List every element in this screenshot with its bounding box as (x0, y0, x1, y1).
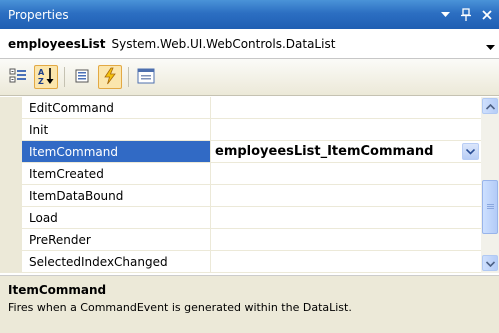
dropdown-arrow-icon[interactable] (439, 8, 451, 22)
object-name: employeesList (8, 36, 106, 51)
chevron-down-icon[interactable] (486, 40, 495, 50)
scroll-up-button[interactable] (482, 98, 498, 114)
property-row[interactable]: ItemCreated (0, 163, 481, 185)
property-row-selected[interactable]: ItemCommand employeesList_ItemCommand (0, 141, 481, 163)
property-pages-icon (137, 68, 155, 87)
properties-button[interactable] (70, 65, 94, 89)
window-controls (439, 8, 493, 22)
description-text: Fires when a CommandEvent is generated w… (8, 301, 352, 314)
property-pages-button[interactable] (134, 65, 158, 89)
property-name: PreRender (22, 229, 211, 251)
property-name: Init (22, 119, 211, 141)
description-pane: ItemCommand Fires when a CommandEvent is… (0, 276, 499, 333)
property-name: ItemCreated (22, 163, 211, 185)
property-value[interactable] (211, 251, 481, 273)
categorized-button[interactable] (6, 65, 30, 89)
value-dropdown-button[interactable] (462, 143, 479, 160)
property-value[interactable] (211, 229, 481, 251)
property-row[interactable]: SelectedIndexChanged (0, 251, 481, 273)
svg-text:A: A (38, 68, 45, 77)
property-name: Load (22, 207, 211, 229)
property-value[interactable] (211, 163, 481, 185)
property-value-field[interactable]: employeesList_ItemCommand (211, 141, 481, 163)
close-icon[interactable] (481, 8, 493, 22)
events-icon (102, 67, 118, 88)
property-row[interactable]: Load (0, 207, 481, 229)
property-grid: EditCommand Init ItemCommand employeesLi… (0, 97, 499, 276)
scroll-down-button[interactable] (482, 255, 498, 271)
events-button[interactable] (98, 65, 122, 89)
alphabetical-icon: A Z (37, 67, 55, 88)
properties-titlebar: Properties (0, 0, 499, 29)
properties-icon (74, 68, 90, 87)
properties-toolbar: A Z (0, 59, 499, 96)
object-type: System.Web.UI.WebControls.DataList (111, 36, 336, 51)
property-row[interactable]: Init (0, 119, 481, 141)
window-title: Properties (8, 7, 69, 22)
chevron-up-icon (485, 99, 495, 113)
property-row[interactable]: ItemDataBound (0, 185, 481, 207)
scroll-thumb[interactable] (482, 180, 498, 234)
pin-icon[interactable] (460, 8, 472, 22)
vertical-scrollbar[interactable] (481, 97, 499, 273)
toolbar-separator (128, 67, 129, 87)
alphabetical-button[interactable]: A Z (34, 65, 58, 89)
property-value-text: employeesList_ItemCommand (215, 144, 434, 159)
property-row[interactable]: PreRender (0, 229, 481, 251)
property-row[interactable]: EditCommand (0, 97, 481, 119)
property-name: EditCommand (22, 97, 211, 119)
object-selector[interactable]: employeesList System.Web.UI.WebControls.… (0, 29, 499, 59)
chevron-down-icon (465, 141, 476, 163)
property-value[interactable] (211, 207, 481, 229)
property-name: SelectedIndexChanged (22, 251, 211, 273)
property-value[interactable] (211, 185, 481, 207)
property-value[interactable] (211, 97, 481, 119)
description-title: ItemCommand (8, 283, 107, 297)
property-value[interactable] (211, 119, 481, 141)
toolbar-separator (64, 67, 65, 87)
categorized-icon (9, 68, 27, 87)
svg-text:Z: Z (38, 77, 44, 85)
chevron-down-icon (485, 256, 495, 270)
property-name: ItemCommand (22, 141, 211, 163)
property-name: ItemDataBound (22, 185, 211, 207)
